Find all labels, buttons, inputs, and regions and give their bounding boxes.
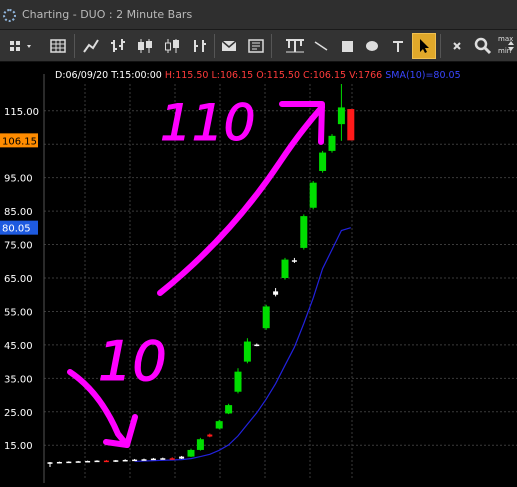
draw-ellipse-icon xyxy=(366,41,378,51)
candle-body xyxy=(141,459,147,461)
max-min-icon: max min xyxy=(497,33,515,59)
chart-area[interactable]: 15.00 25.00 35.00 45.00 55.00 65.00 75.00 85.00… xyxy=(0,62,517,484)
zoom-icon xyxy=(474,37,492,55)
candle-body xyxy=(85,460,91,463)
annotation-text-low: 10 xyxy=(98,330,167,393)
readout-date: D:06/09/20 T:15:00:00 xyxy=(55,70,162,81)
candle-body xyxy=(47,462,53,464)
candle-body xyxy=(319,152,327,171)
draw-ellipse-button[interactable] xyxy=(361,33,383,59)
ohlc-bar-button[interactable] xyxy=(107,33,129,59)
close-icon xyxy=(453,42,461,50)
y-tick-label: 65.00 xyxy=(4,274,33,285)
grid-icon xyxy=(50,39,66,53)
candle-body xyxy=(215,421,223,429)
draw-line-icon xyxy=(314,41,328,51)
candle-body xyxy=(254,344,260,347)
toolbar-separator xyxy=(214,34,215,58)
y-tick-label: 35.00 xyxy=(4,374,33,385)
candle-body xyxy=(234,371,242,392)
readout-ohlc: H:115.50 L:106.15 O:115.50 C:106.15 V:17… xyxy=(164,70,383,81)
candle-body xyxy=(309,182,317,208)
candle-body xyxy=(75,461,81,463)
candle-body xyxy=(291,260,297,262)
candle-body xyxy=(300,216,308,248)
line-chart-icon xyxy=(83,39,99,53)
price-marker-label: 80.05 xyxy=(2,224,31,235)
text-tool-button[interactable] xyxy=(387,33,409,59)
price-chart[interactable]: 15.00 25.00 35.00 45.00 55.00 65.00 75.00 85.00… xyxy=(0,62,517,484)
candle-body xyxy=(281,259,289,278)
link-color-icon xyxy=(10,41,31,51)
hollow-candle-button[interactable] xyxy=(161,33,183,59)
y-tick-label: 15.00 xyxy=(4,441,33,452)
readout-sma: SMA(10)=80.05 xyxy=(385,70,461,81)
candle-body xyxy=(179,456,185,459)
toolbar-separator xyxy=(271,34,272,58)
candle-body xyxy=(169,458,175,460)
candle-body xyxy=(328,135,336,151)
ohlc-bar-icon xyxy=(111,39,125,52)
y-tick-label: 85.00 xyxy=(4,207,33,218)
candle-body xyxy=(207,434,213,437)
hlc-bar-icon xyxy=(194,40,206,52)
bar-tool-icon xyxy=(286,39,304,53)
candle-body xyxy=(187,449,195,457)
max-min-button[interactable]: max min xyxy=(497,33,515,59)
link-color-button[interactable] xyxy=(6,33,38,59)
draw-line-button[interactable] xyxy=(310,33,332,59)
annotation-text-high: 110 xyxy=(160,94,255,152)
candle-body xyxy=(150,458,156,461)
y-tick-label: 115.00 xyxy=(4,107,39,118)
candle-body xyxy=(122,459,128,462)
app-icon xyxy=(3,9,16,22)
y-tick-label: 95.00 xyxy=(4,174,33,185)
draw-rectangle-button[interactable] xyxy=(336,33,358,59)
y-tick-label: 75.00 xyxy=(4,241,33,252)
candle-body xyxy=(196,439,204,450)
title-bar: Charting - DUO : 2 Minute Bars xyxy=(0,0,517,30)
hlc-bar-button[interactable] xyxy=(188,33,210,59)
candle-body xyxy=(337,107,345,125)
bar-tool-button[interactable] xyxy=(245,33,267,59)
candle-body xyxy=(113,460,119,462)
close-button[interactable] xyxy=(446,33,468,59)
candlestick-button[interactable] xyxy=(134,33,156,59)
y-tick-label: 55.00 xyxy=(4,307,33,318)
price-marker-label: 106.15 xyxy=(2,136,37,147)
candle-body xyxy=(66,461,72,464)
zoom-button[interactable] xyxy=(472,33,494,59)
candle-body xyxy=(347,109,355,141)
mail-icon xyxy=(221,40,237,51)
candlestick-icon xyxy=(138,39,152,53)
mail-button[interactable] xyxy=(218,33,240,59)
candle-body xyxy=(132,459,138,462)
candle-body xyxy=(243,341,251,362)
candle-body xyxy=(103,460,109,463)
candle-body xyxy=(160,458,166,460)
toolbar-separator xyxy=(440,34,441,58)
candle-body xyxy=(262,306,270,329)
candle-body xyxy=(94,460,100,463)
hollow-candle-icon xyxy=(165,39,179,53)
sma-line xyxy=(134,227,351,462)
candle-body xyxy=(56,461,62,464)
fib-tool-button[interactable] xyxy=(283,33,307,59)
pointer-icon xyxy=(420,39,429,53)
candle-body xyxy=(273,291,279,295)
text-tool-icon xyxy=(393,41,403,52)
draw-rectangle-icon xyxy=(342,41,353,52)
toolbar-separator xyxy=(74,34,75,58)
toolbar: max min xyxy=(0,30,517,62)
candle-body xyxy=(225,405,233,414)
ohlc-readout: D:06/09/20 T:15:00:00 H:115.50 L:106.15 … xyxy=(55,70,461,81)
window-title: Charting - DUO : 2 Minute Bars xyxy=(22,8,193,21)
grid-button[interactable] xyxy=(47,33,69,59)
bar-tool-icon xyxy=(248,39,264,53)
line-chart-button[interactable] xyxy=(80,33,102,59)
y-tick-label: 45.00 xyxy=(4,341,33,352)
pointer-button[interactable] xyxy=(412,33,436,59)
y-tick-label: 25.00 xyxy=(4,408,33,419)
